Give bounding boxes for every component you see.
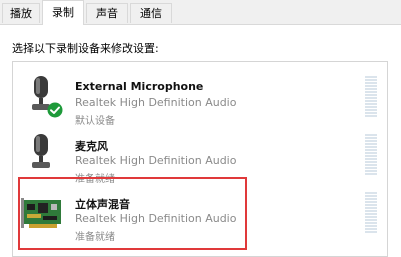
check-badge-icon xyxy=(47,102,63,118)
device-item-microphone[interactable]: 麦克风 Realtek High Definition Audio 准备就绪 xyxy=(13,126,387,185)
device-status: 默认设备 xyxy=(75,116,115,127)
tab-communications[interactable]: 通信 xyxy=(130,3,172,23)
tab-recording[interactable]: 录制 xyxy=(42,0,84,25)
level-meter xyxy=(365,192,377,234)
level-meter xyxy=(365,134,377,176)
device-item-external-microphone[interactable]: External Microphone Realtek High Definit… xyxy=(13,68,387,127)
tab-playback[interactable]: 播放 xyxy=(2,3,40,23)
tab-sounds[interactable]: 声音 xyxy=(86,3,128,23)
level-meter xyxy=(365,76,377,118)
highlight-box xyxy=(18,177,247,250)
device-name: 麦克风 xyxy=(75,140,108,153)
instruction-text: 选择以下录制设备来修改设置: xyxy=(12,42,159,55)
tab-strip: 播放 录制 声音 通信 xyxy=(0,0,401,25)
microphone-icon xyxy=(21,132,61,178)
device-name: External Microphone xyxy=(75,80,204,93)
device-list: External Microphone Realtek High Definit… xyxy=(12,61,388,257)
device-driver: Realtek High Definition Audio xyxy=(75,154,237,167)
device-driver: Realtek High Definition Audio xyxy=(75,96,237,109)
